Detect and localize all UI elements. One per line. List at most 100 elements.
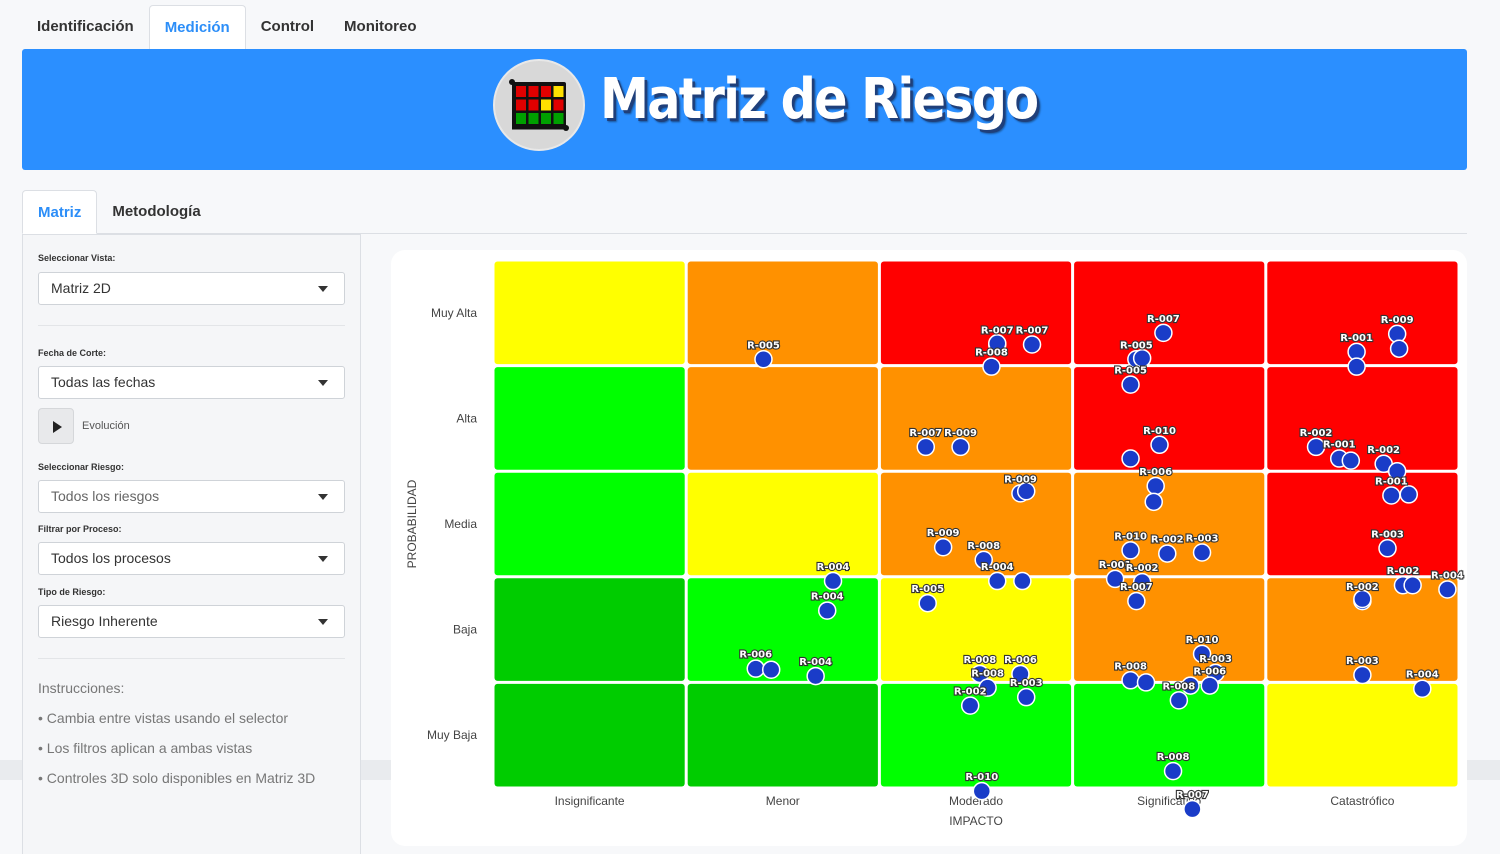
risk-point[interactable]: [1382, 486, 1401, 505]
divider: [38, 325, 345, 326]
risk-point[interactable]: [1132, 348, 1152, 368]
risk-point-label: R-006: [1139, 467, 1172, 478]
risk-point[interactable]: [806, 666, 825, 686]
chevron-down-icon: [318, 619, 328, 625]
risk-point-label: R-007: [981, 325, 1014, 336]
x-axis-title: IMPACTO: [949, 814, 1003, 828]
risk-point[interactable]: [817, 601, 837, 620]
risk-point[interactable]: [960, 696, 980, 715]
risk-point-label: R-007: [1016, 325, 1049, 336]
risk-point-label: R-006: [1004, 655, 1037, 666]
y-tick-label: Baja: [453, 623, 477, 637]
risk-point[interactable]: [1136, 673, 1156, 692]
risk-point[interactable]: [972, 781, 992, 801]
proceso-select[interactable]: Todos los procesos: [38, 542, 345, 575]
risk-point[interactable]: [988, 571, 1007, 591]
risk-point-label: R-008: [963, 655, 996, 666]
risk-point-label: R-006: [1193, 667, 1226, 678]
instruccion-item: • Cambia entre vistas usando el selector: [38, 710, 289, 726]
risk-point[interactable]: [982, 357, 1001, 376]
risk-point[interactable]: [823, 571, 843, 591]
play-button[interactable]: [38, 408, 74, 444]
x-tick-label: Menor: [766, 794, 800, 808]
risk-point[interactable]: [1378, 539, 1397, 558]
risk-point[interactable]: [754, 350, 773, 369]
risk-point[interactable]: [933, 537, 953, 557]
fecha-value: Todas las fechas: [51, 374, 156, 390]
risk-point[interactable]: [1347, 357, 1366, 376]
vista-select[interactable]: Matriz 2D: [38, 272, 345, 305]
risk-point[interactable]: [1183, 799, 1202, 819]
sidebar: Seleccionar Vista: Matriz 2D Fecha de Co…: [22, 234, 361, 854]
tab-metodologia[interactable]: Metodología: [97, 190, 215, 234]
riesgo-select[interactable]: Todos los riesgos: [38, 480, 345, 513]
risk-point-label: R-002: [1151, 535, 1184, 546]
tab-matriz[interactable]: Matriz: [22, 190, 98, 234]
risk-point[interactable]: [1399, 485, 1419, 504]
tab-medicion[interactable]: Medición: [148, 5, 246, 49]
risk-point[interactable]: [1154, 323, 1173, 343]
logo-cell: [516, 113, 526, 124]
risk-matrix-chart: Muy Baja Baja Media Alta Muy Alta Insignifica…: [391, 250, 1467, 846]
y-tick-label: Muy Baja: [427, 728, 477, 742]
tab-identificacion[interactable]: Identificación: [22, 5, 149, 49]
risk-point[interactable]: [1192, 543, 1212, 562]
risk-point[interactable]: [1403, 575, 1422, 595]
matrix-cell: [1074, 367, 1265, 470]
tab-control[interactable]: Control: [246, 5, 329, 49]
fecha-select[interactable]: Todas las fechas: [38, 366, 345, 399]
risk-point[interactable]: [918, 593, 937, 613]
risk-point-label: R-009: [927, 528, 960, 539]
risk-point[interactable]: [1341, 451, 1361, 470]
chevron-down-icon: [318, 380, 328, 386]
risk-point-label: R-002: [1367, 445, 1400, 456]
risk-point[interactable]: [1146, 476, 1165, 496]
risk-point[interactable]: [1121, 449, 1140, 468]
risk-point[interactable]: [746, 659, 766, 678]
risk-point[interactable]: [951, 437, 970, 457]
risk-point-label: R-004: [1431, 570, 1464, 581]
risk-point-label: R-003: [1186, 534, 1219, 545]
risk-point[interactable]: [1389, 339, 1409, 358]
risk-matrix-svg[interactable]: Muy Baja Baja Media Alta Muy Alta Insignifica…: [391, 250, 1467, 846]
matrix-cell: [880, 367, 1072, 470]
risk-point-label: R-008: [971, 669, 1004, 680]
risk-point[interactable]: [1158, 544, 1177, 563]
vista-value: Matriz 2D: [51, 280, 111, 296]
risk-point-label: R-002: [1346, 582, 1379, 593]
matrix-cell: [494, 683, 685, 787]
matrix-cell: [687, 578, 878, 681]
risk-point[interactable]: [1150, 435, 1169, 455]
risk-point-label: R-005: [1114, 366, 1147, 377]
risk-point-label: R-008: [1114, 661, 1147, 672]
risk-point[interactable]: [1163, 761, 1183, 781]
risk-point[interactable]: [1353, 665, 1372, 685]
risk-point[interactable]: [1413, 679, 1432, 698]
risk-point-label: R-005: [1120, 340, 1153, 351]
chevron-down-icon: [318, 494, 328, 500]
instruccion-item: • Los filtros aplican a ambas vistas: [38, 740, 253, 756]
risk-point[interactable]: [1013, 571, 1032, 591]
risk-point[interactable]: [916, 437, 936, 457]
matrix-cell: [494, 472, 685, 576]
risk-point[interactable]: [1016, 687, 1036, 707]
risk-point[interactable]: [1121, 671, 1140, 690]
matrix-cell: [494, 367, 685, 470]
risk-point[interactable]: [1144, 492, 1163, 512]
risk-point[interactable]: [761, 660, 781, 679]
risk-point[interactable]: [1438, 580, 1457, 599]
logo-cell: [528, 113, 539, 124]
risk-point[interactable]: [1022, 335, 1042, 354]
evolucion-label: Evolución: [82, 420, 130, 432]
tab-monitoreo[interactable]: Monitoreo: [329, 5, 432, 49]
logo-cell: [528, 86, 539, 97]
risk-point[interactable]: [1127, 591, 1146, 611]
tipo-select[interactable]: Riesgo Inherente: [38, 605, 345, 638]
matrix-cell: [687, 261, 878, 365]
logo-cell: [553, 113, 564, 124]
risk-point[interactable]: [1200, 676, 1220, 695]
sub-tabs: Matriz Metodología: [22, 190, 216, 234]
risk-point[interactable]: [1121, 541, 1140, 560]
risk-point[interactable]: [1169, 691, 1189, 710]
risk-point[interactable]: [1121, 375, 1140, 394]
